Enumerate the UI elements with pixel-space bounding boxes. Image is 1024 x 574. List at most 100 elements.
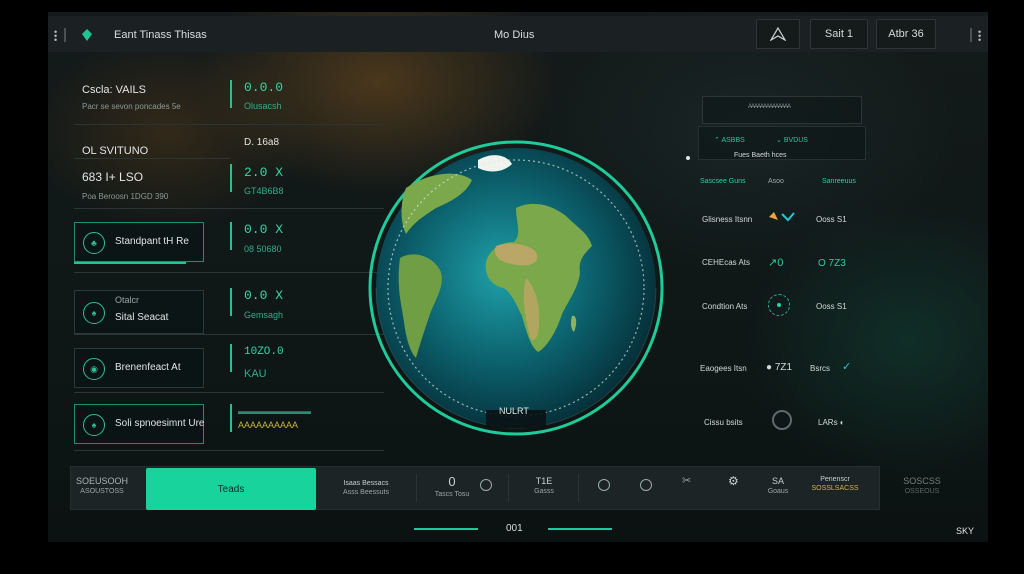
globe-icon: ◉ — [83, 358, 105, 380]
right-row-label: Eaogees Itsn — [700, 364, 747, 373]
value-bar — [230, 344, 232, 372]
divider — [970, 28, 972, 42]
bottom-item-4[interactable]: SA Goaus — [764, 476, 792, 495]
row-label: Brenenfeact At — [115, 362, 181, 373]
divider — [74, 158, 230, 159]
divider — [578, 474, 579, 502]
topbar-button-2[interactable]: Atbr 36 — [876, 19, 936, 49]
row-label: Sital Seacat — [115, 312, 169, 323]
left-row-sital-seacat[interactable]: ♠ Otalcr Sital Seacat — [74, 290, 204, 334]
left-row-brenenfeact[interactable]: ◉ Brenenfeact At — [74, 348, 204, 388]
settings-icon[interactable] — [598, 478, 610, 496]
leaf-icon: ♠ — [83, 302, 105, 324]
top-bar: • • • Eant Tinass Thisas Mo Dius Sait 1 At… — [48, 16, 988, 52]
globe-label: NULRT — [499, 406, 529, 416]
stat-sub: Poa Beroosn 1DGD 390 — [82, 192, 169, 201]
active-indicator — [74, 262, 186, 264]
target-icon — [768, 294, 790, 316]
divider — [74, 272, 384, 273]
box-sub: Fues Baeth hces — [734, 152, 787, 159]
bottom-right-label: SOSCSS OSSEOUS — [903, 476, 941, 495]
bottom-item-1[interactable]: Isaas Bessacs Asss Beessuts — [322, 480, 410, 496]
check-icon: ✓ — [842, 361, 852, 373]
stat-title: 683 I+ LSO — [82, 170, 144, 184]
right-row-value-2: Bsrcs — [810, 364, 830, 373]
value-bar — [230, 288, 232, 316]
tools-icon[interactable]: ✂ — [682, 474, 691, 487]
trend-icon: ↗0 — [768, 257, 784, 269]
indicator-dot — [686, 156, 690, 160]
row-value: 0.0 X — [244, 288, 284, 303]
dial-icon — [772, 410, 792, 430]
leaf-icon: ♠ — [83, 414, 105, 436]
tab-3[interactable]: Sanreeuus — [822, 178, 856, 185]
row-value: 10ZO.0 — [244, 346, 284, 358]
chart-icon — [769, 212, 795, 222]
center-title: Mo Dius — [494, 29, 535, 41]
tab-2[interactable]: Asoo — [768, 178, 784, 185]
header-value-sub: Olusacsh — [244, 101, 282, 111]
left-header-sub: Pacr se sevon poncades 5e — [82, 102, 181, 111]
dashboard-window: • • • Eant Tinass Thisas Mo Dius Sait 1 At… — [48, 12, 988, 542]
navigation-button[interactable] — [756, 19, 800, 49]
right-row-value: Ooss S1 — [816, 302, 847, 311]
divider — [74, 208, 384, 209]
row-label: Soli spnoesimnt Ure — [115, 418, 205, 429]
leaf-icon — [82, 29, 92, 41]
row-label: Standpant tH Re — [115, 236, 189, 247]
right-row-label: Condtion Ats — [702, 302, 748, 311]
row-value-sub: Gemsagh — [244, 310, 284, 320]
right-row-label: CEHEcas Ats — [702, 258, 751, 267]
page-indicator: 001 — [506, 523, 523, 534]
stat-value-sub: GT4B6B8 — [244, 186, 284, 196]
gear-icon[interactable]: ⚙ — [728, 474, 739, 488]
divider — [74, 392, 384, 393]
divider — [74, 334, 384, 335]
divider — [508, 474, 509, 502]
row-value-sub: KAU — [244, 368, 267, 380]
left-header-title: Cscla: VAILS — [82, 84, 146, 96]
bottom-item-5[interactable]: Penenscr SOSSLSACSS — [802, 476, 868, 492]
value-bar — [230, 80, 232, 108]
row-label-top: Otalcr — [115, 295, 140, 305]
row-value-sub: AAAAAAAAAA — [238, 420, 299, 430]
row-value-top: ▬▬▬▬▬▬▬▬▬ — [238, 406, 311, 416]
value-bar — [230, 222, 232, 250]
divider — [74, 450, 384, 451]
primary-action-button[interactable]: Teads — [146, 468, 316, 510]
menu-dots-icon[interactable]: • • • — [978, 28, 981, 45]
header-value: 0.0.0 — [244, 80, 284, 95]
box-right-label: ⌄ BVDUS — [776, 137, 808, 144]
row-value-sub: 08 50680 — [244, 244, 282, 254]
stat-value: 2.0 X — [244, 165, 284, 180]
left-row-standpant[interactable]: ♣ Standpant tH Re — [74, 222, 204, 262]
globe-visual — [368, 140, 664, 436]
value-bar — [230, 404, 232, 432]
bottom-item-3[interactable]: T1E Gasss — [522, 476, 566, 495]
right-row-label: Cissu bsits — [704, 418, 743, 427]
divider — [74, 124, 384, 125]
divider — [64, 28, 66, 42]
app-title: Eant Tinass Thisas — [114, 29, 207, 41]
pager-line-left — [414, 528, 478, 530]
globe-icon[interactable] — [640, 478, 652, 496]
left-row-soli[interactable]: ♠ Soli spnoesimnt Ure — [74, 404, 204, 444]
right-row-value: ● 7Z1 — [766, 362, 793, 373]
box-left-label: ⌃ ASBBS — [714, 137, 745, 144]
tab-1[interactable]: Sascsee Guns — [700, 178, 746, 185]
bottom-left-label: SOEUSOOH ASOUSTOSS — [76, 476, 129, 495]
right-top-panel — [702, 96, 862, 124]
right-top-label: AAAAAAAAAAAAAA — [748, 104, 791, 110]
bottom-item-2[interactable]: 0 Tascs Tosu — [432, 474, 472, 498]
navigation-arrow-icon — [770, 27, 786, 41]
section-value: D. 16a8 — [244, 137, 280, 148]
right-row-value: O 7Z3 — [818, 258, 846, 269]
menu-dots-icon[interactable]: • • • — [54, 28, 57, 45]
right-row-value: LARs ◐ — [818, 418, 845, 427]
record-icon[interactable] — [480, 478, 492, 496]
corner-label: SKY — [956, 526, 975, 536]
section-title: OL SVITUNO — [82, 145, 149, 157]
divider — [416, 474, 417, 502]
right-row-label: Glisness Itsnn — [702, 215, 753, 224]
topbar-button-1[interactable]: Sait 1 — [810, 19, 868, 49]
